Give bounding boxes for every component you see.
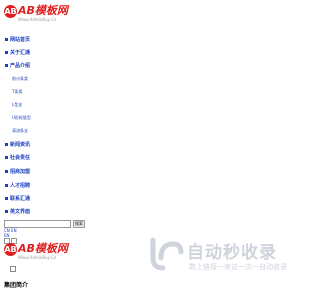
nav-item-products[interactable]: 产品介绍 <box>5 62 30 69</box>
bullet-icon <box>5 170 8 173</box>
bullet-icon <box>5 184 8 187</box>
logo-subtitle: Www.AdminBuy.Cn <box>18 17 57 22</box>
bullet-icon <box>5 64 8 67</box>
bullet-icon <box>5 51 8 54</box>
bullet-icon <box>5 210 8 213</box>
bullet-icon <box>5 156 8 159</box>
bullet-icon <box>5 197 8 200</box>
nav-item-contact[interactable]: 联系汇通 <box>5 195 30 202</box>
logo-subtitle: Www.AdminBuy.Cn <box>18 255 57 260</box>
logo-mark-icon: AB <box>4 5 17 18</box>
search-input[interactable] <box>4 220 71 228</box>
nav-item-responsibility[interactable]: 社会责任 <box>5 154 30 161</box>
search-button[interactable]: 搜索 <box>73 220 85 228</box>
nav-item-franchise[interactable]: 招商加盟 <box>5 168 30 175</box>
nav-item-jobs[interactable]: 人才招聘 <box>5 182 30 189</box>
nav-item-about[interactable]: 关于汇通 <box>5 49 30 56</box>
watermark: 自动秒收录 数上链接一来访一次一自动收录 <box>145 234 295 278</box>
nav-subitem[interactable]: L型支 <box>12 102 22 108</box>
nav-subitem[interactable]: T条类 <box>12 89 22 95</box>
logo-text: AB模板网 <box>18 4 68 17</box>
logo-mark-icon: AB <box>4 243 17 256</box>
footer-logo[interactable]: AB AB模板网 Www.AdminBuy.Cn <box>4 242 68 262</box>
nav-subitem[interactable]: 前沙条类 <box>12 76 28 82</box>
checkbox[interactable] <box>10 266 16 272</box>
site-logo[interactable]: AB AB模板网 Www.AdminBuy.Cn <box>4 4 68 24</box>
bullet-icon <box>5 143 8 146</box>
nav-item-news[interactable]: 新闻资讯 <box>5 141 30 148</box>
watermark-logo-icon <box>150 237 184 271</box>
nav-subitem[interactable]: 滴流条支 <box>12 128 28 134</box>
watermark-subtitle: 数上链接一来访一次一自动收录 <box>189 263 287 271</box>
nav-item-english[interactable]: 英文界面 <box>5 208 30 215</box>
bullet-icon <box>5 38 8 41</box>
nav-item-home[interactable]: 网站首页 <box>5 36 30 43</box>
section-title: 集团简介 <box>4 282 29 289</box>
logo-text: AB模板网 <box>18 242 68 255</box>
watermark-title: 自动秒收录 <box>187 243 277 263</box>
nav-subitem[interactable]: U形轮肽型 <box>12 115 31 121</box>
page: AB AB模板网 Www.AdminBuy.Cn 网站首页 关于汇通 产品介绍 … <box>0 0 300 300</box>
